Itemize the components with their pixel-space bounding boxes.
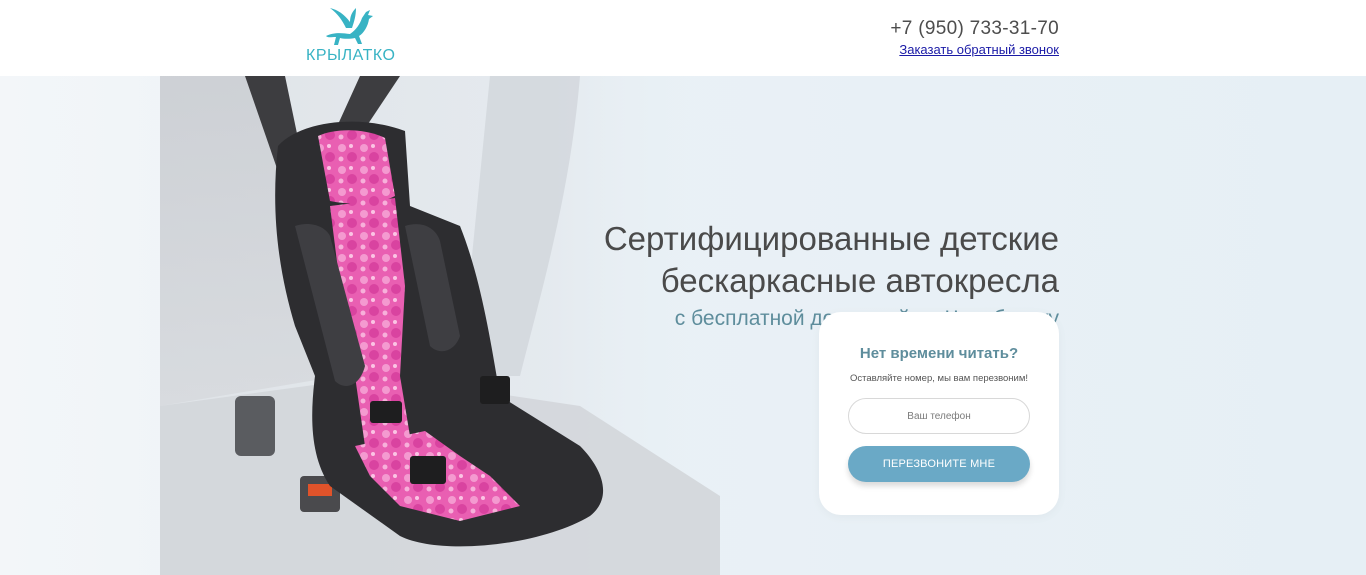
pegasus-icon (326, 8, 373, 45)
form-note: Оставляйте номер, мы вам перезвоним! (849, 373, 1029, 384)
logo-text: КРЫЛАТКО (306, 47, 396, 64)
header-phone[interactable]: +7 (950) 733-31-70 (890, 18, 1059, 40)
child-car-seat-image (160, 76, 720, 575)
hero-section: Сертифицированные детские бескаркасные а… (0, 76, 1366, 575)
logo[interactable]: КРЫЛАТКО (306, 6, 398, 66)
form-title: Нет времени читать? (859, 345, 1019, 362)
phone-input[interactable] (848, 398, 1030, 434)
hero-title: Сертифицированные детские бескаркасные а… (603, 220, 1059, 299)
site-header: КРЫЛАТКО +7 (950) 733-31-70 Заказать обр… (0, 0, 1366, 76)
callback-link[interactable]: Заказать обратный звонок (899, 42, 1059, 57)
callback-form: Нет времени читать? Оставляйте номер, мы… (819, 312, 1059, 515)
callback-submit-button[interactable]: ПЕРЕЗВОНИТЕ МНЕ (848, 446, 1030, 482)
